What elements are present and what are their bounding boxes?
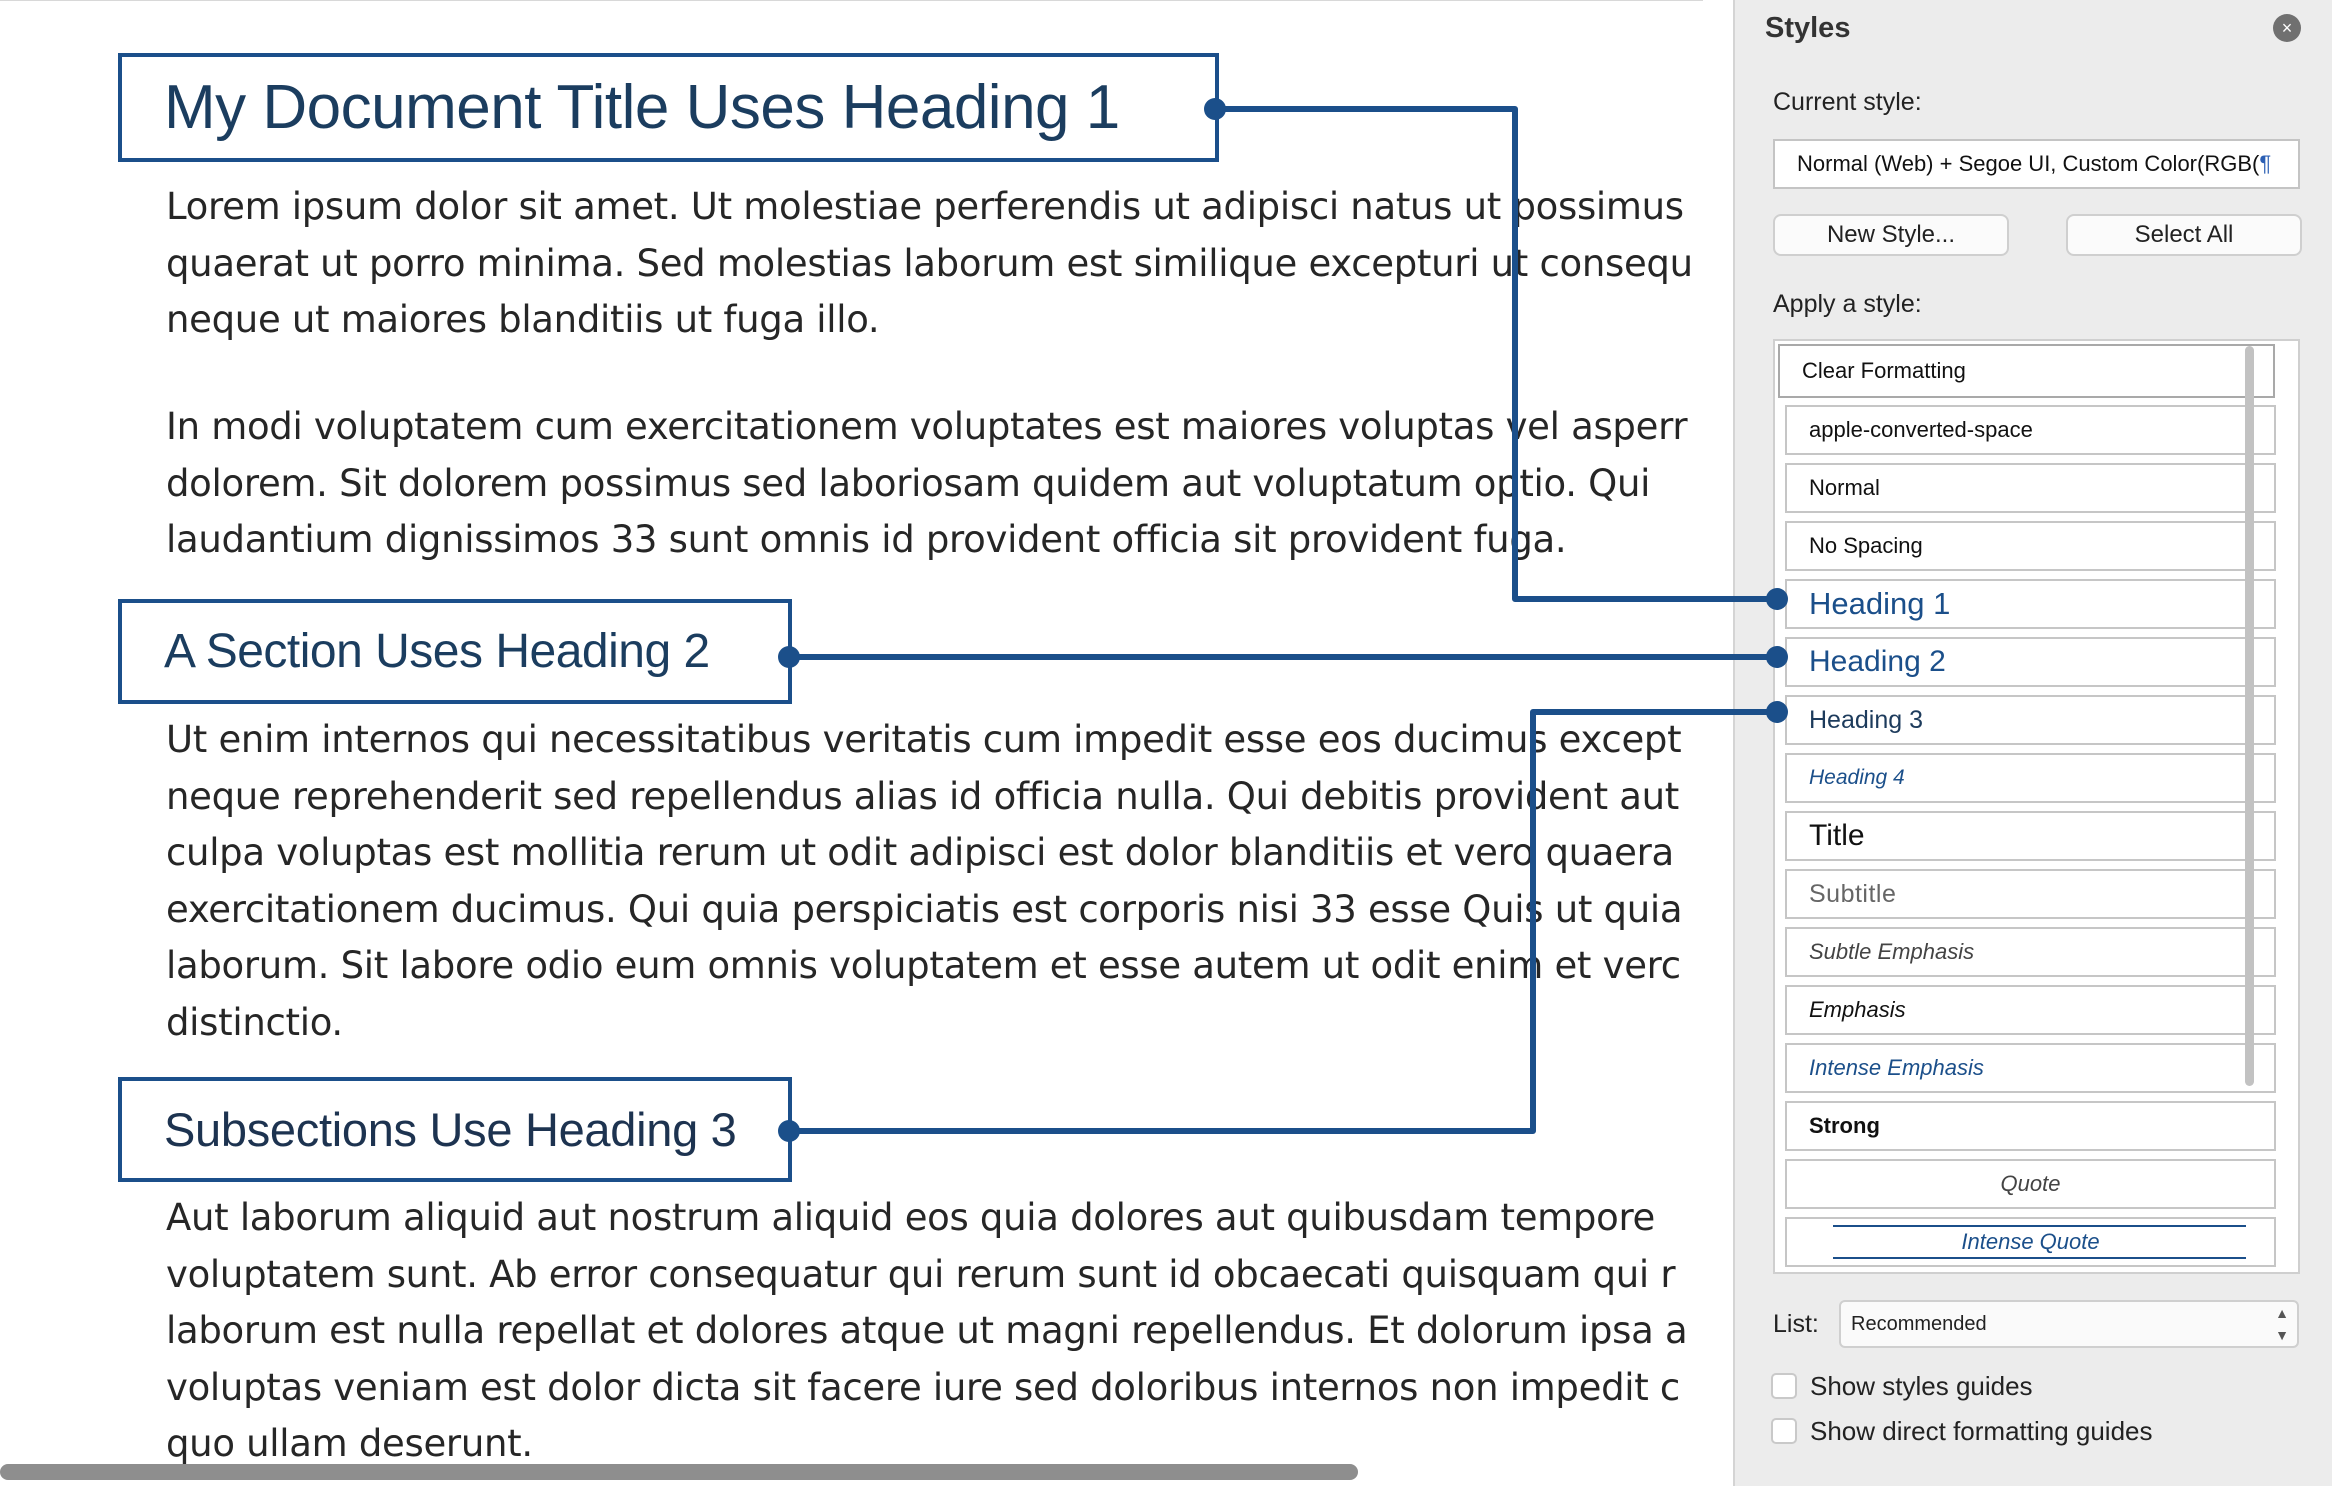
pilcrow-icon: ¶ [2259, 151, 2272, 176]
text-line: Ut enim internos qui necessitatibus veri… [166, 718, 1682, 761]
style-clear-formatting[interactable]: Clear Formatting [1778, 344, 2275, 398]
text-line: laudantium dignissimos 33 sunt omnis id … [166, 518, 1567, 561]
styles-pane: Styles × Current style: Normal (Web) + S… [1733, 0, 2332, 1486]
style-apple-converted-space[interactable]: apple-converted-space [1785, 405, 2276, 455]
text-line: voluptas veniam est dolor dicta sit face… [166, 1365, 1680, 1409]
select-all-button[interactable]: Select All [2066, 214, 2302, 256]
text-line: dolorem. Sit dolorem possimus sed labori… [166, 461, 1651, 505]
text-line: culpa voluptas est mollitia rerum ut odi… [166, 831, 1674, 874]
paragraph-4[interactable]: Aut laborum aliquid aut nostrum aliquid … [166, 1190, 1703, 1473]
style-title[interactable]: Title [1785, 811, 2276, 861]
section-heading: A Section Uses Heading 2 [164, 625, 710, 678]
list-filter-select[interactable]: Recommended ▲ ▼ [1839, 1300, 2299, 1348]
style-subtle-emphasis[interactable]: Subtle Emphasis [1785, 927, 2276, 977]
text-line: Lorem ipsum dolor sit amet. Ut molestiae… [166, 185, 1684, 228]
subsection-heading: Subsections Use Heading 3 [164, 1103, 737, 1156]
text-line: exercitationem ducimus. Qui quia perspic… [166, 887, 1683, 931]
show-styles-guides-checkbox[interactable] [1771, 1373, 1797, 1399]
style-subtitle[interactable]: Subtitle [1785, 869, 2276, 919]
show-direct-formatting-guides-checkbox[interactable] [1771, 1418, 1797, 1444]
paragraph-1[interactable]: Lorem ipsum dolor sit amet. Ut molestiae… [166, 179, 1703, 349]
list-filter-value: Recommended [1851, 1313, 1987, 1335]
show-styles-guides-label: Show styles guides [1810, 1371, 2033, 1401]
style-no-spacing[interactable]: No Spacing [1785, 521, 2276, 571]
text-line: quaerat ut porro minima. Sed molestias l… [166, 241, 1693, 285]
current-style-field: Normal (Web) + Segoe UI, Custom Color(RG… [1773, 139, 2300, 189]
current-style-label: Current style: [1773, 88, 1922, 116]
text-line: distinctio. [166, 1000, 343, 1044]
style-normal[interactable]: Normal [1785, 463, 2276, 513]
heading-2-callout[interactable]: A Section Uses Heading 2 [118, 599, 792, 704]
close-icon[interactable]: × [2273, 14, 2301, 42]
style-heading-3[interactable]: Heading 3 [1785, 695, 2276, 745]
apply-style-label: Apply a style: [1773, 290, 1922, 318]
document-canvas[interactable]: My Document Title Uses Heading 1 Lorem i… [0, 0, 1703, 1486]
heading-3-callout[interactable]: Subsections Use Heading 3 [118, 1077, 792, 1182]
style-strong[interactable]: Strong [1785, 1101, 2276, 1151]
document-horizontal-scrollbar[interactable] [0, 1464, 1358, 1480]
style-heading-4[interactable]: Heading 4 [1785, 753, 2276, 803]
current-style-value: Normal (Web) + Segoe UI, Custom Color(RG… [1797, 151, 2260, 176]
style-list[interactable]: Clear Formatting apple-converted-space N… [1773, 339, 2300, 1274]
text-line: In modi voluptatem cum exercitationem vo… [166, 405, 1688, 448]
pane-title: Styles [1765, 12, 1851, 44]
text-line: laborum est nulla repellat et dolores at… [166, 1309, 1688, 1352]
style-heading-2[interactable]: Heading 2 [1785, 637, 2276, 687]
paragraph-3[interactable]: Ut enim internos qui necessitatibus veri… [166, 712, 1703, 1051]
paragraph-2[interactable]: In modi voluptatem cum exercitationem vo… [166, 399, 1703, 569]
style-intense-quote[interactable]: Intense Quote [1785, 1217, 2276, 1267]
style-emphasis[interactable]: Emphasis [1785, 985, 2276, 1035]
heading-1-callout[interactable]: My Document Title Uses Heading 1 [118, 53, 1219, 162]
text-line: Aut laborum aliquid aut nostrum aliquid … [166, 1196, 1656, 1239]
text-line: voluptatem sunt. Ab error consequatur qu… [166, 1252, 1676, 1296]
style-list-scrollbar[interactable] [2245, 346, 2254, 1086]
show-direct-formatting-guides-label: Show direct formatting guides [1810, 1416, 2153, 1446]
text-line: laborum. Sit labore odio eum omnis volup… [166, 944, 1681, 987]
style-intense-emphasis[interactable]: Intense Emphasis [1785, 1043, 2276, 1093]
style-heading-1[interactable]: Heading 1 [1785, 579, 2276, 629]
list-label: List: [1773, 1310, 1819, 1338]
text-line: neque ut maiores blanditiis ut fuga illo… [166, 298, 880, 341]
text-line: neque reprehenderit sed repellendus alia… [166, 774, 1680, 818]
style-quote[interactable]: Quote [1785, 1159, 2276, 1209]
document-title: My Document Title Uses Heading 1 [164, 73, 1120, 142]
new-style-button[interactable]: New Style... [1773, 214, 2009, 256]
chevron-up-down-icon: ▲ ▼ [2275, 1305, 2289, 1343]
